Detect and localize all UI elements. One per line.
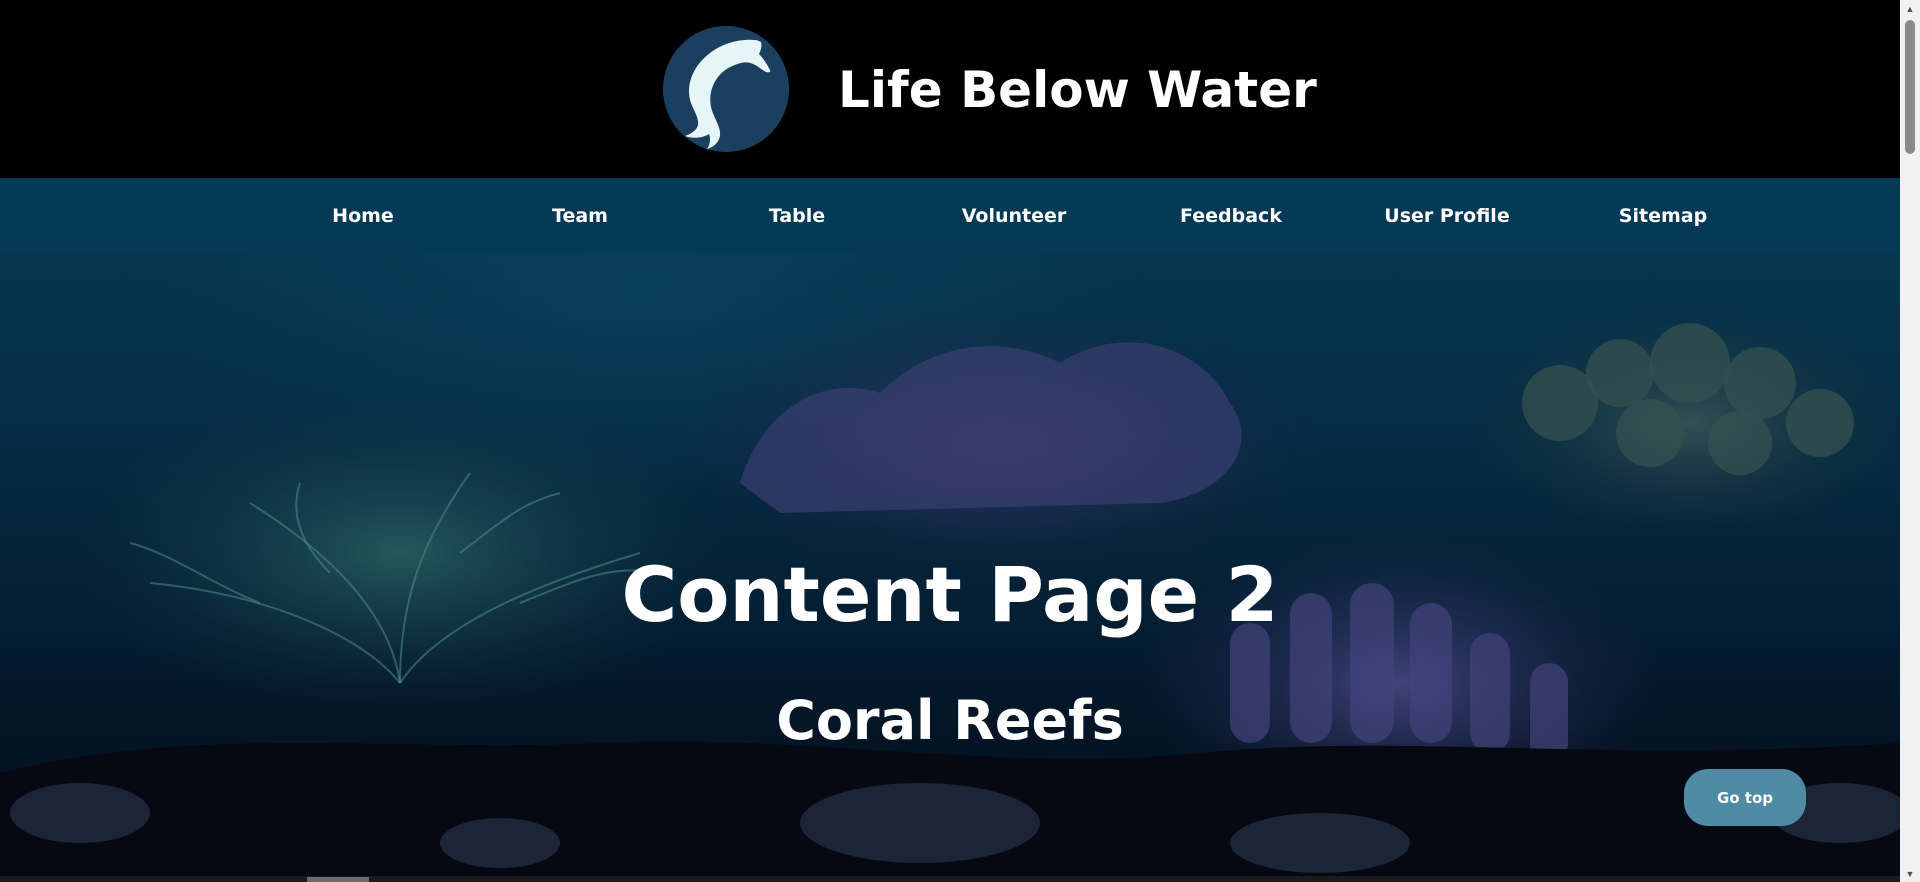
hero-banner: Content Page 2 Coral Reefs (0, 253, 1900, 876)
section-subtitle: Coral Reefs (776, 689, 1124, 752)
nav-item-home[interactable]: Home (273, 178, 453, 253)
horizontal-scrollbar-thumb[interactable] (307, 877, 369, 882)
dolphin-icon[interactable] (663, 26, 789, 152)
scroll-up-arrow-icon[interactable]: ▲ (1900, 0, 1920, 17)
nav-item-table[interactable]: Table (707, 178, 887, 253)
nav-item-team[interactable]: Team (490, 178, 670, 253)
nav-item-user-profile[interactable]: User Profile (1357, 178, 1537, 253)
main-nav: Home Team Table Volunteer Feedback User … (0, 178, 1900, 253)
vertical-scrollbar[interactable]: ▲ ▼ (1900, 0, 1920, 882)
scroll-down-arrow-icon[interactable]: ▼ (1900, 865, 1920, 882)
page: Life Below Water Home Team Table Volunte… (0, 0, 1900, 876)
vertical-scrollbar-thumb[interactable] (1905, 20, 1915, 154)
go-top-button[interactable]: Go top (1684, 769, 1806, 826)
site-header: Life Below Water (0, 0, 1900, 178)
site-title: Life Below Water (838, 61, 1317, 119)
page-title: Content Page 2 (621, 550, 1279, 639)
horizontal-scrollbar[interactable] (0, 876, 1900, 882)
dolphin-logo-graphic (663, 26, 789, 152)
nav-item-sitemap[interactable]: Sitemap (1573, 178, 1753, 253)
nav-item-volunteer[interactable]: Volunteer (924, 178, 1104, 253)
nav-item-feedback[interactable]: Feedback (1141, 178, 1321, 253)
